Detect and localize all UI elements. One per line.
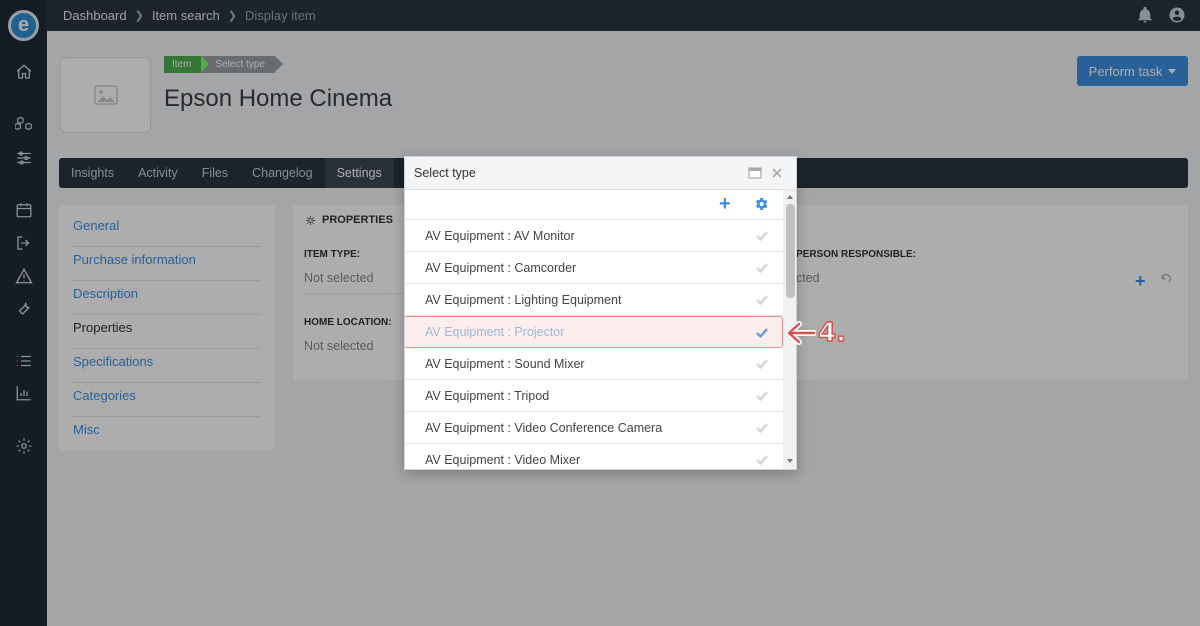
check-icon[interactable] (755, 261, 769, 278)
maximize-icon[interactable] (748, 166, 762, 185)
add-type-icon[interactable]: + (719, 193, 731, 216)
scroll-up-icon[interactable] (787, 195, 793, 199)
type-list: AV Equipment : AV Monitor AV Equipment :… (405, 220, 783, 469)
list-item[interactable]: AV Equipment : Lighting Equipment (405, 284, 783, 316)
settings-gear-icon[interactable] (753, 196, 769, 217)
arrow-left-icon (786, 321, 816, 345)
check-icon[interactable] (755, 421, 769, 438)
scrollbar-thumb[interactable] (786, 204, 795, 298)
list-item[interactable]: AV Equipment : Video Conference Camera (405, 412, 783, 444)
select-type-dialog: Select type + AV Equipment : AV Monitor … (404, 156, 797, 470)
list-item[interactable]: AV Equipment : Sound Mixer (405, 348, 783, 380)
check-icon[interactable] (755, 293, 769, 310)
check-icon[interactable] (755, 357, 769, 374)
list-item[interactable]: AV Equipment : Camcorder (405, 252, 783, 284)
dialog-toolbar: + (405, 190, 796, 220)
check-icon[interactable] (755, 229, 769, 246)
dialog-header: Select type (405, 157, 796, 190)
check-icon[interactable] (755, 326, 769, 343)
check-icon[interactable] (755, 389, 769, 406)
dialog-title: Select type (414, 166, 476, 180)
scroll-down-icon[interactable] (787, 459, 793, 463)
annotation-label: 4. (817, 317, 846, 349)
check-icon[interactable] (755, 453, 769, 469)
list-item[interactable]: AV Equipment : Video Mixer (405, 444, 783, 469)
close-icon[interactable] (770, 166, 784, 185)
list-item[interactable]: AV Equipment : Tripod (405, 380, 783, 412)
list-item[interactable]: AV Equipment : AV Monitor (405, 220, 783, 252)
list-item-selected[interactable]: AV Equipment : Projector (405, 316, 783, 348)
step-annotation: 4. (786, 317, 847, 349)
